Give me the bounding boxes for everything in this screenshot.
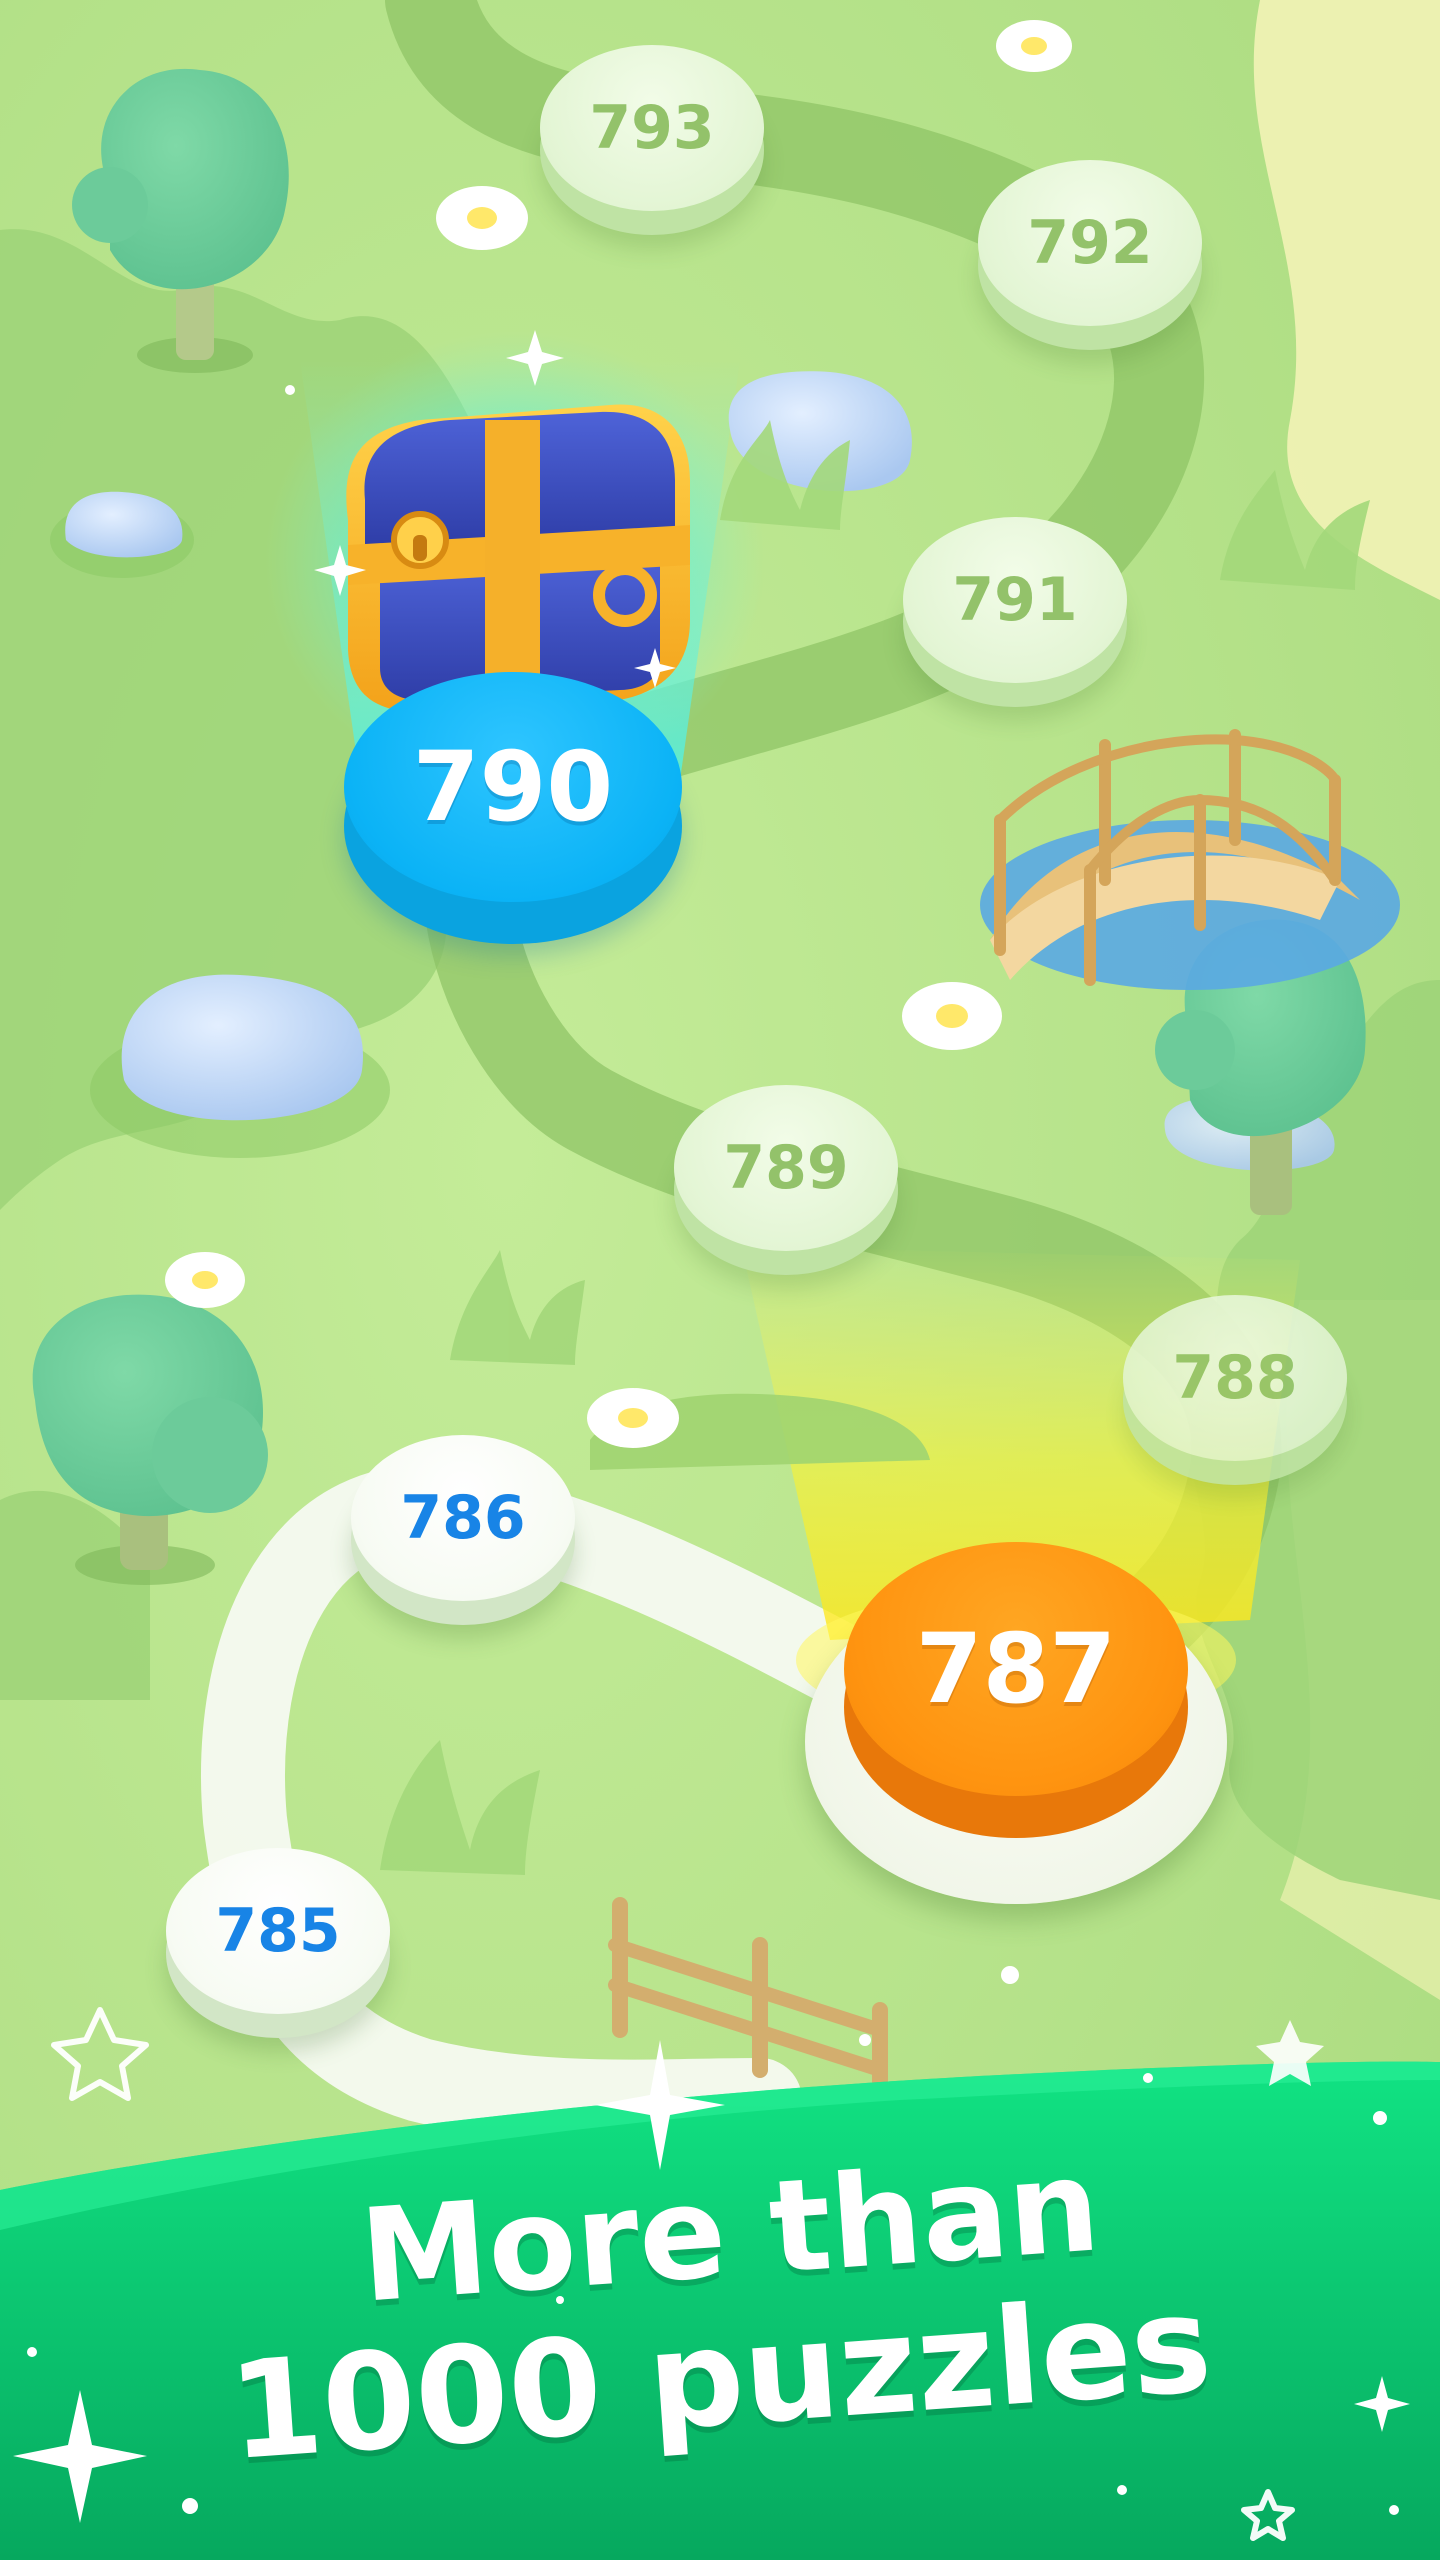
treasure-chest-icon [346, 404, 690, 712]
level-786-label: 786 [351, 1435, 575, 1601]
level-785-button[interactable]: 785 [166, 1848, 390, 2038]
level-791-label: 791 [903, 517, 1127, 683]
level-785-label: 785 [166, 1848, 390, 2014]
level-789-button[interactable]: 789 [674, 1085, 898, 1275]
banner-headline: More than 1000 puzzles [0, 2131, 1440, 2490]
level-787-current-button[interactable]: 787 [844, 1542, 1188, 1838]
level-791-button[interactable]: 791 [903, 517, 1127, 707]
level-788-button[interactable]: 788 [1123, 1295, 1347, 1485]
level-789-label: 789 [674, 1085, 898, 1251]
level-792-label: 792 [978, 160, 1202, 326]
level-788-label: 788 [1123, 1295, 1347, 1461]
level-793-label: 793 [540, 45, 764, 211]
level-786-button[interactable]: 786 [351, 1435, 575, 1625]
level-map: 793 792 791 790 789 788 787 786 785 More… [0, 0, 1440, 2560]
level-793-button[interactable]: 793 [540, 45, 764, 235]
level-792-button[interactable]: 792 [978, 160, 1202, 350]
level-790-reward-button[interactable]: 790 [344, 672, 682, 944]
level-790-label: 790 [344, 672, 682, 902]
level-787-label: 787 [844, 1542, 1188, 1796]
